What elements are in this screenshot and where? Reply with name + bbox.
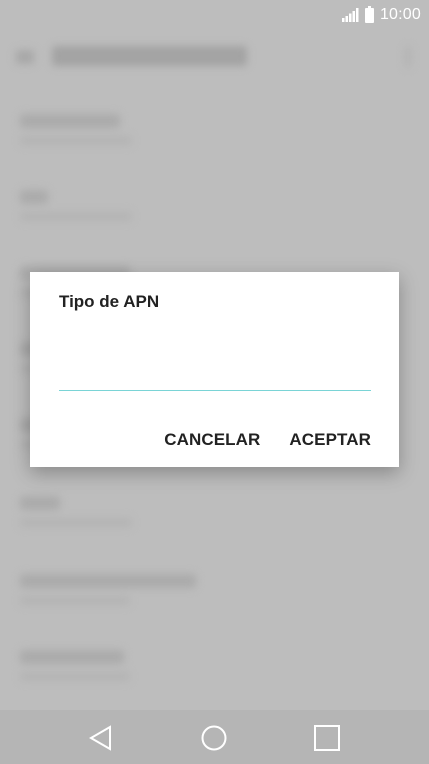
background-toolbar <box>0 30 429 86</box>
status-indicators: 10:00 <box>341 5 421 25</box>
back-triangle-icon[interactable] <box>88 724 116 752</box>
background-list-item <box>20 114 132 145</box>
signal-icon <box>341 8 359 22</box>
home-circle-icon[interactable] <box>200 724 228 752</box>
background-list-item <box>20 574 196 605</box>
apn-type-input[interactable] <box>59 356 371 391</box>
navigation-bar <box>0 710 429 764</box>
cancel-button[interactable]: CANCELAR <box>164 430 260 450</box>
dialog-actions: CANCELAR ACEPTAR <box>164 430 371 450</box>
dialog-title: Tipo de APN <box>59 292 160 311</box>
background-more-icon <box>405 46 411 68</box>
accept-button[interactable]: ACEPTAR <box>289 430 371 450</box>
recent-square-icon[interactable] <box>313 724 341 752</box>
clock: 10:00 <box>379 6 421 23</box>
background-list-item <box>20 496 132 527</box>
background-list-item <box>20 190 132 221</box>
status-bar: 10:00 <box>0 0 429 30</box>
background-back-arrow-icon <box>16 50 34 64</box>
background-title <box>52 46 247 66</box>
apn-type-dialog: Tipo de APN CANCELAR ACEPTAR <box>30 272 399 467</box>
background-list-item <box>20 650 130 681</box>
battery-icon <box>364 5 374 23</box>
